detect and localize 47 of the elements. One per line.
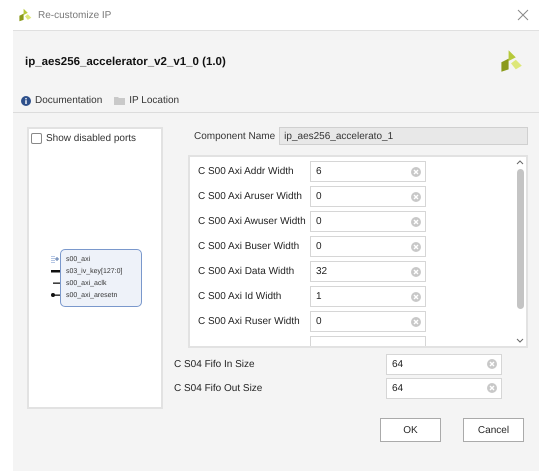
parameter-label: C S00 Axi Data Width — [198, 266, 296, 277]
clear-icon[interactable] — [411, 166, 421, 176]
input-field[interactable]: 0 — [310, 236, 426, 257]
link[interactable]: IP Location — [129, 95, 180, 106]
input-field[interactable]: 6 — [310, 161, 426, 182]
dialog-button[interactable]: Cancel — [463, 418, 524, 442]
clear-icon[interactable] — [411, 266, 421, 276]
window-title: Re-customize IP — [38, 10, 112, 20]
clear-icon[interactable] — [411, 192, 421, 202]
component-name-field[interactable]: ip_aes256_accelerato_1 — [279, 127, 528, 145]
input-field[interactable]: 0 — [310, 186, 426, 207]
input-field[interactable]: 32 — [310, 261, 426, 282]
scroll-down-icon[interactable] — [516, 338, 524, 344]
clear-icon[interactable] — [487, 383, 497, 393]
dialog-button[interactable]: OK — [380, 418, 441, 442]
clear-icon[interactable] — [487, 359, 497, 369]
field-label: Component Name — [194, 130, 276, 142]
checkbox[interactable] — [31, 133, 42, 144]
clear-icon[interactable] — [411, 316, 421, 326]
input-field[interactable]: 0 — [310, 311, 426, 332]
port-pin-icon — [50, 291, 60, 299]
input-field[interactable]: 0 — [310, 211, 426, 232]
parameter-label: C S00 Axi Aruser Width — [198, 191, 303, 202]
port-pin-icon — [50, 267, 60, 275]
parameter-label: C S00 Axi Addr Width — [198, 166, 295, 177]
folder-icon — [114, 96, 126, 105]
parameter-label: C S00 Axi Buser Width — [198, 241, 300, 252]
info-icon — [21, 96, 31, 106]
parameter-label: C S00 Axi Awuser Width — [198, 216, 307, 227]
ip-title: ip_aes256_accelerator_v2_v1_0 (1.0) — [25, 56, 226, 68]
parameter-label: C S00 Axi Ruser Width — [198, 316, 301, 327]
parameter-label: C S00 Axi Id Width — [198, 291, 282, 302]
clear-icon[interactable] — [411, 242, 421, 252]
app-logo — [18, 8, 32, 22]
clear-icon[interactable] — [411, 216, 421, 226]
checkbox-label: Show disabled ports — [46, 133, 136, 144]
link[interactable]: Documentation — [35, 95, 102, 106]
scroll-up-icon[interactable] — [516, 159, 524, 165]
input-field[interactable]: 1 — [310, 286, 426, 307]
port-pin-icon — [50, 255, 60, 263]
input-field[interactable]: 64 — [386, 354, 502, 374]
input-field[interactable]: 64 — [386, 378, 502, 398]
close-icon[interactable] — [517, 9, 529, 21]
parameter-label: C S04 Fifo Out Size — [174, 382, 264, 394]
parameter-label: C S04 Fifo In Size — [174, 358, 256, 370]
vendor-logo — [499, 48, 523, 72]
clear-icon[interactable] — [411, 292, 421, 302]
